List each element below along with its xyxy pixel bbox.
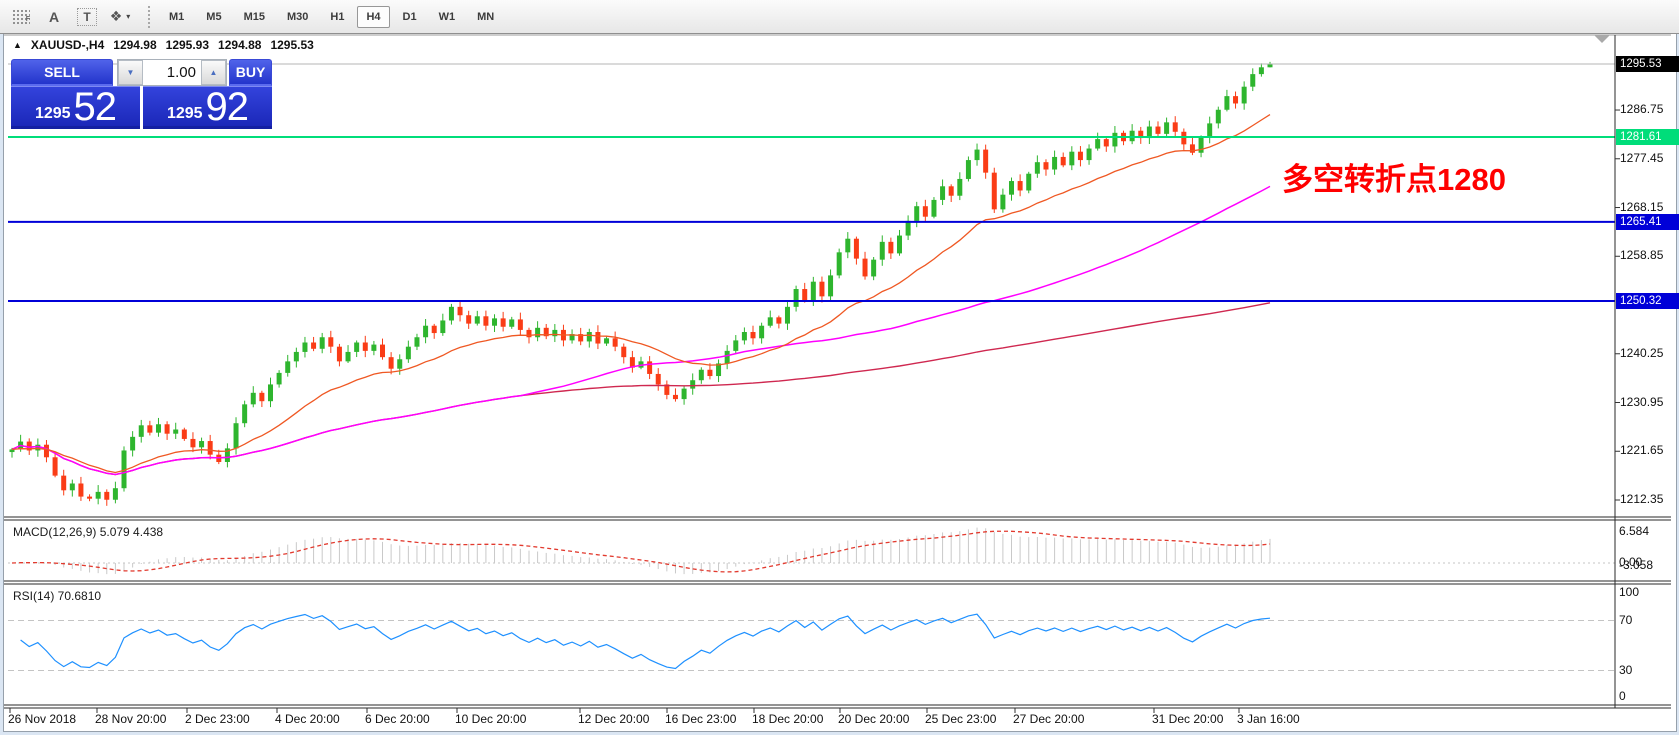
ohlc-high: 1295.93 — [166, 38, 209, 52]
grid-f-label: F — [12, 9, 30, 24]
ohlc-low: 1294.88 — [218, 38, 261, 52]
timeframe-button-m15[interactable]: M15 — [235, 6, 274, 28]
scroll-to-end-marker[interactable] — [1594, 35, 1610, 43]
buy-price-big: 92 — [206, 87, 249, 127]
timeframe-button-w1[interactable]: W1 — [430, 6, 465, 28]
chevron-down-icon: ▾ — [126, 12, 130, 21]
timeframe-button-m5[interactable]: M5 — [197, 6, 230, 28]
price-tick-label: 1277.45 — [1620, 151, 1663, 165]
price-tick-label: 1258.85 — [1620, 248, 1663, 262]
ohlc-open: 1294.98 — [113, 38, 156, 52]
current-price-tag: 1295.53 — [1616, 56, 1679, 72]
macd-title: MACD(12,26,9) 5.079 4.438 — [13, 525, 163, 539]
collapse-arrow-icon[interactable]: ▲ — [13, 40, 22, 50]
timeframe-button-h1[interactable]: H1 — [321, 6, 353, 28]
sell-price-panel[interactable]: 1295 52 — [11, 86, 140, 126]
time-axis-label: 3 Jan 16:00 — [1237, 712, 1300, 726]
time-axis-label: 27 Dec 20:00 — [1013, 712, 1084, 726]
price-tick-label: 1230.95 — [1620, 395, 1663, 409]
ma-slow-line — [12, 303, 1270, 475]
toolbar: F A T ❖ ▾ M1M5M15M30H1H4D1W1MN — [0, 0, 1679, 34]
timeframe-button-m30[interactable]: M30 — [278, 6, 317, 28]
letter-a-icon[interactable]: A — [42, 5, 66, 29]
rsi-scale-label: 0 — [1619, 689, 1626, 703]
blue-level-tag-1250: 1250.32 — [1616, 293, 1679, 309]
price-tick-label: 1286.75 — [1620, 102, 1663, 116]
symbol-period-label: XAUUSD-,H4 — [31, 38, 104, 52]
chart-title: ▲ XAUUSD-,H4 1294.98 1295.93 1294.88 129… — [13, 38, 314, 52]
timeframe-button-d1[interactable]: D1 — [394, 6, 426, 28]
price-tick-label: 1240.25 — [1620, 346, 1663, 360]
macd-scale-label: -3.058 — [1619, 558, 1653, 572]
ohlc-close: 1295.53 — [270, 38, 313, 52]
price-tick-label: 1221.65 — [1620, 443, 1663, 457]
chart-text-annotation[interactable]: 多空转折点1280 — [1282, 154, 1506, 199]
buy-button[interactable]: BUY — [229, 59, 272, 86]
blue-level-tag-1265: 1265.41 — [1616, 214, 1679, 230]
time-axis-label: 6 Dec 20:00 — [365, 712, 430, 726]
sell-button[interactable]: SELL — [11, 59, 113, 86]
time-axis-label: 31 Dec 20:00 — [1152, 712, 1223, 726]
objects-icon[interactable]: ❖ ▾ — [108, 5, 132, 29]
sell-price-small: 1295 — [35, 105, 71, 123]
time-axis-label: 26 Nov 2018 — [8, 712, 76, 726]
buy-price-panel[interactable]: 1295 92 — [143, 86, 272, 126]
one-click-trading-widget: SELL ▼ 1.00 ▲ BUY 1295 52 1295 92 — [11, 59, 272, 126]
macd-scale-label: 6.584 — [1619, 524, 1649, 538]
time-axis-label: 18 Dec 20:00 — [752, 712, 823, 726]
volume-stepper: ▼ 1.00 ▲ — [117, 59, 227, 86]
rsi-scale-label: 30 — [1619, 663, 1632, 677]
text-box-icon[interactable]: T — [75, 5, 99, 29]
time-axis-label: 16 Dec 23:00 — [665, 712, 736, 726]
rsi-title: RSI(14) 70.6810 — [13, 589, 101, 603]
toolbar-separator — [148, 6, 150, 28]
rsi-scale-label: 70 — [1619, 613, 1632, 627]
timeframe-button-h4[interactable]: H4 — [357, 6, 389, 28]
price-tick-label: 1268.15 — [1620, 200, 1663, 214]
rsi-line — [21, 614, 1270, 668]
sell-price-big: 52 — [74, 87, 117, 127]
timeframe-button-mn[interactable]: MN — [468, 6, 503, 28]
time-axis-label: 12 Dec 20:00 — [578, 712, 649, 726]
buy-price-small: 1295 — [167, 105, 203, 123]
volume-up-icon[interactable]: ▲ — [201, 60, 226, 85]
rsi-scale-label: 100 — [1619, 585, 1639, 599]
timeframe-group: M1M5M15M30H1H4D1W1MN — [158, 6, 505, 28]
timeframe-button-m1[interactable]: M1 — [160, 6, 193, 28]
volume-down-icon[interactable]: ▼ — [118, 60, 143, 85]
time-axis-label: 4 Dec 20:00 — [275, 712, 340, 726]
ma-mid-line — [12, 186, 1270, 474]
price-tick-label: 1212.35 — [1620, 492, 1663, 506]
ma-fast-line — [12, 115, 1270, 473]
time-axis-label: 10 Dec 20:00 — [455, 712, 526, 726]
time-axis-label: 20 Dec 20:00 — [838, 712, 909, 726]
macd-signal-line — [12, 531, 1270, 572]
time-axis-label: 2 Dec 23:00 — [185, 712, 250, 726]
candles-group[interactable] — [10, 62, 1273, 506]
macd-histogram — [12, 528, 1270, 575]
quotes-grid-icon[interactable]: F — [9, 5, 33, 29]
green-level-tag: 1281.61 — [1616, 129, 1679, 145]
time-axis-label: 28 Nov 20:00 — [95, 712, 166, 726]
time-axis-label: 25 Dec 23:00 — [925, 712, 996, 726]
volume-input[interactable]: 1.00 — [143, 60, 201, 85]
